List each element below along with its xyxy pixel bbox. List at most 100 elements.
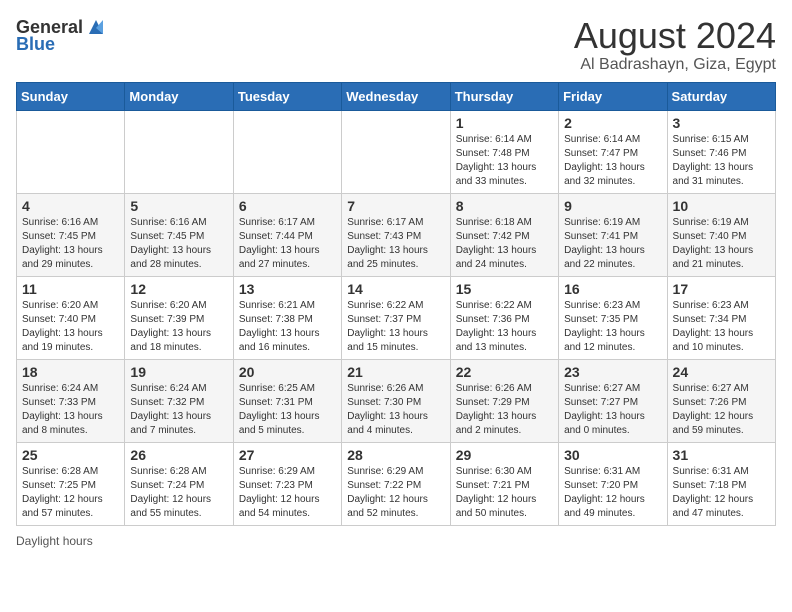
day-header-friday: Friday <box>559 82 667 110</box>
day-header-tuesday: Tuesday <box>233 82 341 110</box>
calendar-cell: 19 Sunrise: 6:24 AM Sunset: 7:32 PM Dayli… <box>125 359 233 442</box>
calendar-cell: 9Sunrise: 6:19 AM Sunset: 7:41 PM Daylig… <box>559 193 667 276</box>
day-number: 6 <box>239 198 336 214</box>
day-info: Sunrise: 6:20 AM Sunset: 7:40 PM Dayligh… <box>22 299 119 355</box>
day-number: 15 <box>456 281 553 297</box>
calendar-cell: 27 Sunrise: 6:29 AM Sunset: 7:23 PM Dayli… <box>233 442 341 525</box>
calendar-week-5: 25Sunrise: 6:28 AM Sunset: 7:25 PM Dayli… <box>17 442 776 525</box>
calendar-cell: 30Sunrise: 6:31 AM Sunset: 7:20 PM Dayli… <box>559 442 667 525</box>
calendar-cell: 5 Sunrise: 6:16 AM Sunset: 7:45 PM Daylig… <box>125 193 233 276</box>
day-number: 31 <box>673 447 770 463</box>
day-info: Sunrise: 6:31 AM Sunset: 7:20 PM Dayligh… <box>564 465 661 521</box>
daylight-label: Daylight hours <box>16 534 93 548</box>
day-number: 18 <box>22 364 119 380</box>
day-number: 14 <box>347 281 444 297</box>
day-number: 24 <box>673 364 770 380</box>
main-title: August 2024 <box>574 16 776 56</box>
calendar-cell: 15 Sunrise: 6:22 AM Sunset: 7:36 PM Dayli… <box>450 276 558 359</box>
calendar-cell: 20 Sunrise: 6:25 AM Sunset: 7:31 PM Dayli… <box>233 359 341 442</box>
day-info: Sunrise: 6:21 AM Sunset: 7:38 PM Dayligh… <box>239 299 336 355</box>
day-info: Sunrise: 6:18 AM Sunset: 7:42 PM Dayligh… <box>456 216 553 272</box>
day-info: Sunrise: 6:26 AM Sunset: 7:29 PM Dayligh… <box>456 382 553 438</box>
day-number: 16 <box>564 281 661 297</box>
day-info: Sunrise: 6:31 AM Sunset: 7:18 PM Dayligh… <box>673 465 770 521</box>
calendar-week-3: 11 Sunrise: 6:20 AM Sunset: 7:40 PM Dayli… <box>17 276 776 359</box>
day-info: Sunrise: 6:29 AM Sunset: 7:23 PM Dayligh… <box>239 465 336 521</box>
day-number: 19 <box>130 364 227 380</box>
day-info: Sunrise: 6:27 AM Sunset: 7:26 PM Dayligh… <box>673 382 770 438</box>
day-number: 8 <box>456 198 553 214</box>
day-info: Sunrise: 6:30 AM Sunset: 7:21 PM Dayligh… <box>456 465 553 521</box>
calendar-cell: 22 Sunrise: 6:26 AM Sunset: 7:29 PM Dayli… <box>450 359 558 442</box>
day-header-thursday: Thursday <box>450 82 558 110</box>
day-info: Sunrise: 6:22 AM Sunset: 7:36 PM Dayligh… <box>456 299 553 355</box>
logo-blue: Blue <box>16 34 55 55</box>
logo: General Blue <box>16 16 107 55</box>
day-header-wednesday: Wednesday <box>342 82 450 110</box>
calendar-cell: 18 Sunrise: 6:24 AM Sunset: 7:33 PM Dayli… <box>17 359 125 442</box>
day-number: 7 <box>347 198 444 214</box>
day-number: 12 <box>130 281 227 297</box>
day-info: Sunrise: 6:14 AM Sunset: 7:47 PM Dayligh… <box>564 133 661 189</box>
day-number: 11 <box>22 281 119 297</box>
calendar-week-1: 1 Sunrise: 6:14 AM Sunset: 7:48 PM Daylig… <box>17 110 776 193</box>
day-info: Sunrise: 6:17 AM Sunset: 7:43 PM Dayligh… <box>347 216 444 272</box>
calendar-cell: 25Sunrise: 6:28 AM Sunset: 7:25 PM Dayli… <box>17 442 125 525</box>
day-info: Sunrise: 6:15 AM Sunset: 7:46 PM Dayligh… <box>673 133 770 189</box>
day-info: Sunrise: 6:26 AM Sunset: 7:30 PM Dayligh… <box>347 382 444 438</box>
calendar-cell: 29Sunrise: 6:30 AM Sunset: 7:21 PM Dayli… <box>450 442 558 525</box>
calendar-cell: 16Sunrise: 6:23 AM Sunset: 7:35 PM Dayli… <box>559 276 667 359</box>
calendar-week-2: 4Sunrise: 6:16 AM Sunset: 7:45 PM Daylig… <box>17 193 776 276</box>
day-info: Sunrise: 6:16 AM Sunset: 7:45 PM Dayligh… <box>22 216 119 272</box>
day-number: 27 <box>239 447 336 463</box>
day-info: Sunrise: 6:23 AM Sunset: 7:34 PM Dayligh… <box>673 299 770 355</box>
title-block: August 2024 Al Badrashayn, Giza, Egypt <box>574 16 776 74</box>
calendar-cell <box>17 110 125 193</box>
day-info: Sunrise: 6:27 AM Sunset: 7:27 PM Dayligh… <box>564 382 661 438</box>
calendar-cell: 3Sunrise: 6:15 AM Sunset: 7:46 PM Daylig… <box>667 110 775 193</box>
day-info: Sunrise: 6:24 AM Sunset: 7:32 PM Dayligh… <box>130 382 227 438</box>
day-number: 20 <box>239 364 336 380</box>
day-info: Sunrise: 6:29 AM Sunset: 7:22 PM Dayligh… <box>347 465 444 521</box>
calendar-cell: 13 Sunrise: 6:21 AM Sunset: 7:38 PM Dayli… <box>233 276 341 359</box>
day-info: Sunrise: 6:16 AM Sunset: 7:45 PM Dayligh… <box>130 216 227 272</box>
page-header: General Blue August 2024 Al Badrashayn, … <box>16 16 776 74</box>
day-number: 26 <box>130 447 227 463</box>
day-info: Sunrise: 6:25 AM Sunset: 7:31 PM Dayligh… <box>239 382 336 438</box>
footer-note: Daylight hours <box>16 534 776 548</box>
calendar-cell: 1 Sunrise: 6:14 AM Sunset: 7:48 PM Daylig… <box>450 110 558 193</box>
calendar-cell: 17 Sunrise: 6:23 AM Sunset: 7:34 PM Dayli… <box>667 276 775 359</box>
day-number: 1 <box>456 115 553 131</box>
day-info: Sunrise: 6:20 AM Sunset: 7:39 PM Dayligh… <box>130 299 227 355</box>
calendar-cell <box>342 110 450 193</box>
calendar-cell <box>233 110 341 193</box>
calendar-table: SundayMondayTuesdayWednesdayThursdayFrid… <box>16 82 776 526</box>
day-number: 21 <box>347 364 444 380</box>
day-number: 28 <box>347 447 444 463</box>
day-info: Sunrise: 6:14 AM Sunset: 7:48 PM Dayligh… <box>456 133 553 189</box>
calendar-cell: 21 Sunrise: 6:26 AM Sunset: 7:30 PM Dayli… <box>342 359 450 442</box>
day-header-sunday: Sunday <box>17 82 125 110</box>
calendar-cell: 26 Sunrise: 6:28 AM Sunset: 7:24 PM Dayli… <box>125 442 233 525</box>
calendar-cell: 6Sunrise: 6:17 AM Sunset: 7:44 PM Daylig… <box>233 193 341 276</box>
calendar-cell: 11 Sunrise: 6:20 AM Sunset: 7:40 PM Dayli… <box>17 276 125 359</box>
day-header-saturday: Saturday <box>667 82 775 110</box>
day-info: Sunrise: 6:28 AM Sunset: 7:24 PM Dayligh… <box>130 465 227 521</box>
calendar-cell: 23 Sunrise: 6:27 AM Sunset: 7:27 PM Dayli… <box>559 359 667 442</box>
day-header-monday: Monday <box>125 82 233 110</box>
day-number: 17 <box>673 281 770 297</box>
calendar-header-row: SundayMondayTuesdayWednesdayThursdayFrid… <box>17 82 776 110</box>
day-number: 25 <box>22 447 119 463</box>
calendar-cell: 12 Sunrise: 6:20 AM Sunset: 7:39 PM Dayli… <box>125 276 233 359</box>
calendar-week-4: 18 Sunrise: 6:24 AM Sunset: 7:33 PM Dayli… <box>17 359 776 442</box>
subtitle: Al Badrashayn, Giza, Egypt <box>574 56 776 74</box>
day-number: 13 <box>239 281 336 297</box>
day-info: Sunrise: 6:24 AM Sunset: 7:33 PM Dayligh… <box>22 382 119 438</box>
day-number: 5 <box>130 198 227 214</box>
day-number: 22 <box>456 364 553 380</box>
day-number: 23 <box>564 364 661 380</box>
calendar-cell: 7 Sunrise: 6:17 AM Sunset: 7:43 PM Daylig… <box>342 193 450 276</box>
day-number: 9 <box>564 198 661 214</box>
calendar-cell: 24 Sunrise: 6:27 AM Sunset: 7:26 PM Dayli… <box>667 359 775 442</box>
logo-icon <box>85 16 107 38</box>
